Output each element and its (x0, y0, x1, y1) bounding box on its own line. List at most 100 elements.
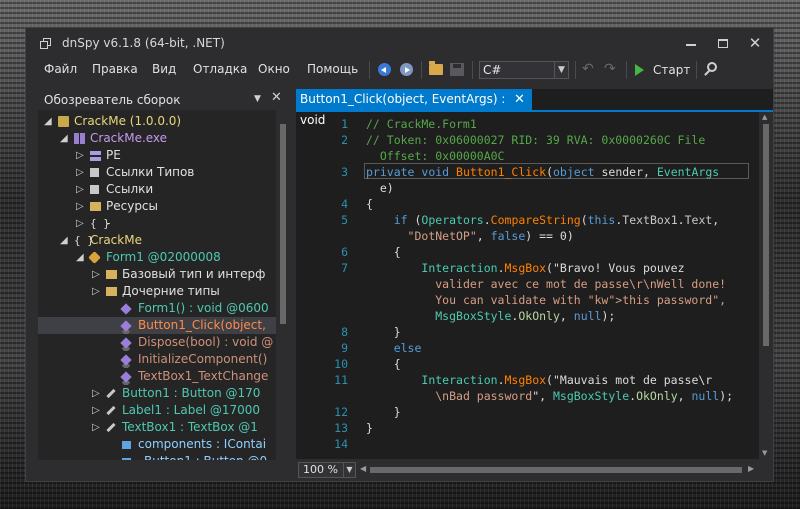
tree-item[interactable]: ◢ { } CrackMe (38, 232, 276, 249)
tree-item[interactable]: ▷ Ссылки Типов (38, 164, 276, 181)
menu-debug[interactable]: Отладка (193, 62, 247, 76)
wrench-icon (106, 388, 116, 399)
tree-item-label: PE (106, 148, 121, 162)
find-icon[interactable] (707, 62, 717, 72)
code-line: \nBad password", MsgBoxStyle.OkOnly, nul… (435, 389, 734, 403)
scroll-left-icon[interactable]: ◀ (360, 464, 366, 473)
tree-item-label: Ссылки (106, 182, 154, 196)
run-icon[interactable] (635, 64, 644, 76)
tree-item[interactable]: ▷ Ссылки (38, 181, 276, 198)
tab-button1-click[interactable]: Button1_Click(object, EventArgs) : void … (296, 89, 532, 127)
code-view[interactable]: 1 // CrackMe.Form1 2 // Token: 0x06000027 R… (296, 112, 759, 459)
back-icon[interactable] (378, 63, 391, 76)
open-icon[interactable] (429, 61, 443, 75)
menu-edit[interactable]: Правка (92, 62, 138, 76)
close-button[interactable]: ✕ (740, 31, 770, 55)
language-select[interactable]: C# ▼ (479, 61, 569, 79)
tree-item[interactable]: ▷ Ресурсы (38, 198, 276, 215)
zoom-select[interactable]: 100 % ▼ (298, 462, 356, 478)
tree-item[interactable]: Dispose(bool) : void @ (38, 334, 276, 351)
tree-item[interactable]: ▷ TextBox1 : TextBox @1 (38, 419, 276, 436)
tree-item[interactable]: ▷ { } - (38, 215, 276, 232)
expand-icon[interactable]: ▷ (76, 164, 84, 181)
collapse-icon[interactable]: ◢ (44, 113, 52, 130)
ref-icon (90, 185, 99, 194)
expand-icon[interactable]: ▷ (76, 147, 84, 164)
line-number: 8 (341, 325, 348, 339)
horizontal-scrollbar-thumb[interactable] (370, 467, 742, 473)
scroll-right-icon[interactable]: ▶ (748, 464, 754, 473)
assembly-tree[interactable]: ◢ CrackMe (1.0.0.0) ◢ CrackMe.exe ▷ PE ▷ Ссылки… (38, 113, 276, 460)
editor-scrollbar-thumb[interactable] (763, 124, 769, 346)
code-line: { (366, 197, 373, 211)
code-line: e) (366, 181, 394, 195)
forward-icon[interactable] (400, 63, 413, 76)
assembly-icon (58, 116, 69, 127)
run-button[interactable]: Старт (653, 63, 690, 77)
expand-icon[interactable]: ▷ (92, 266, 100, 283)
toolbar-separator (472, 61, 473, 79)
collapse-icon[interactable]: ◢ (60, 232, 68, 249)
editor-vertical-scrollbar[interactable]: ▲ ▼ (759, 112, 773, 459)
save-icon[interactable] (450, 63, 464, 76)
panel-menu-icon[interactable]: ▼ (254, 94, 261, 104)
language-value: C# (483, 63, 502, 77)
title-bar: dnSpy v6.1.8 (64-bit, .NET) ✕ (26, 28, 773, 58)
code-line: valider avec ce mot de passe\r\nWell don… (435, 277, 727, 291)
expand-icon[interactable]: ▷ (76, 198, 84, 215)
expand-icon[interactable]: ▷ (76, 215, 84, 232)
tree-item-label: Button1 : Button @170 (122, 386, 261, 400)
expand-icon[interactable]: ▷ (76, 181, 84, 198)
tree-scrollbar-thumb[interactable] (280, 124, 286, 324)
code-line: } (366, 405, 401, 419)
tree-item[interactable]: ▷ Label1 : Label @17000 (38, 402, 276, 419)
editor-horizontal-scrollbar[interactable]: ◀ ▶ (360, 464, 759, 476)
expand-icon[interactable]: ▷ (92, 402, 100, 419)
code-line: private void Button1_Click(object sender… (366, 165, 720, 179)
scroll-down-icon[interactable]: ▼ (762, 449, 767, 457)
collapse-icon[interactable]: ◢ (60, 130, 68, 147)
redo-icon[interactable]: ↷ (604, 61, 616, 81)
code-line: // CrackMe.Form1 (366, 117, 477, 131)
tree-item[interactable]: ▷ Базовый тип и интерф (38, 266, 276, 283)
menu-view[interactable]: Вид (152, 62, 176, 76)
minimize-button[interactable] (676, 31, 706, 55)
minimize-icon (686, 44, 696, 46)
tree-item[interactable]: components : IContai (38, 436, 276, 453)
tree-item-label: Button1_Click(object, (138, 318, 266, 332)
collapse-icon[interactable]: ◢ (76, 249, 84, 266)
tree-item[interactable]: ▷ Дочерние типы (38, 283, 276, 300)
toolbar-separator (696, 61, 697, 79)
expand-icon[interactable]: ▷ (92, 283, 100, 300)
module-icon (74, 133, 85, 144)
tree-item[interactable]: ◢ Form1 @02000008 (38, 249, 276, 266)
tree-item[interactable]: ◢ CrackMe (1.0.0.0) (38, 113, 276, 130)
menu-help[interactable]: Помощь (307, 62, 358, 76)
chevron-down-icon[interactable]: ▼ (554, 62, 568, 78)
menu-window[interactable]: Окно (258, 62, 290, 76)
expand-icon[interactable]: ▷ (92, 419, 100, 436)
panel-close-icon[interactable]: ✕ (271, 90, 282, 105)
tree-item[interactable]: InitializeComponent() (38, 351, 276, 368)
code-line: Interaction.MsgBox("Mauvais mot de passe… (421, 373, 713, 387)
tree-item[interactable]: _Button1 : Button @0 (38, 453, 276, 460)
menu-file[interactable]: Файл (44, 62, 77, 76)
wrench-icon (106, 405, 116, 416)
tree-item[interactable]: ◢ CrackMe.exe (38, 130, 276, 147)
tree-item[interactable]: Form1() : void @0600 (38, 300, 276, 317)
tree-item[interactable]: TextBox1_TextChange (38, 368, 276, 385)
tree-item-label: Ссылки Типов (106, 165, 195, 179)
chevron-down-icon[interactable]: ▼ (343, 463, 355, 477)
expand-icon[interactable]: ▷ (92, 385, 100, 402)
line-number: 5 (341, 213, 348, 227)
scroll-up-icon[interactable]: ▲ (762, 113, 767, 121)
tree-item[interactable]: ▷ Button1 : Button @170 (38, 385, 276, 402)
tree-item[interactable]: ▷ PE (38, 147, 276, 164)
code-line: MsgBoxStyle.OkOnly, null); (435, 309, 616, 323)
maximize-button[interactable] (708, 31, 738, 55)
undo-icon[interactable]: ↶ (582, 61, 594, 81)
tree-scrollbar[interactable] (276, 110, 290, 460)
tab-close-icon[interactable]: ✕ (514, 89, 525, 110)
tree-item-label: Form1 @02000008 (106, 250, 221, 264)
tree-item[interactable]: Button1_Click(object, (38, 317, 276, 334)
